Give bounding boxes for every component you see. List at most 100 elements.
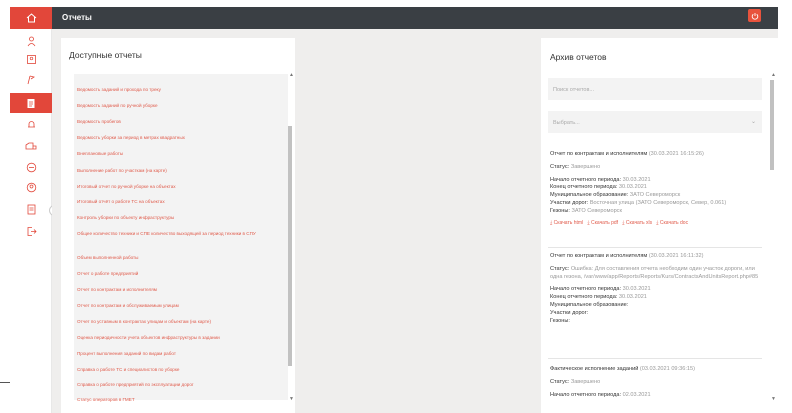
- report-title: Фактическое исполнение заданий: [550, 366, 639, 372]
- link-label: Скачать doc: [659, 219, 689, 226]
- report-item[interactable]: Справка о работе предприятий по эксплуат…: [77, 382, 194, 388]
- report-title: Отчет по контрактам и исполнителям: [550, 151, 648, 157]
- archive-report-3: Фактическое исполнение заданий (03.03.20…: [550, 366, 762, 399]
- report-title: Отчет по контрактам и исполнителям: [550, 253, 648, 259]
- archive-report-1: Отчет по контрактам и исполнителям (30.0…: [550, 151, 762, 227]
- status-value: Ошибка: Для составления отчета необходим…: [550, 265, 759, 280]
- search-input[interactable]: Поиск отчетов...: [548, 78, 762, 100]
- archive-scrollbar[interactable]: [769, 74, 775, 400]
- field-label: Начало отчетного периода:: [550, 286, 622, 293]
- field-label: Конец отчетного периода:: [550, 294, 618, 301]
- report-item[interactable]: Общее количество техники и СПЕ количеств…: [77, 231, 282, 237]
- report-item[interactable]: Отчет о работе предприятий: [77, 271, 138, 277]
- report-item[interactable]: Объем выполненной работы: [77, 255, 138, 261]
- users-group-icon: [27, 36, 35, 46]
- scroll-up-icon[interactable]: ▲: [771, 72, 776, 78]
- link-label: Скачать html: [553, 219, 584, 226]
- sidebar-item-exit[interactable]: [10, 222, 52, 240]
- report-item[interactable]: Контроль уборки по объекту инфраструктур…: [77, 215, 174, 221]
- report-item[interactable]: Отчет по уставным в контрактах улицам и …: [77, 319, 211, 325]
- sidebar-item-profile[interactable]: [10, 178, 52, 196]
- reports-archive-title: Архив отчетов: [550, 52, 607, 62]
- status-label: Статус:: [550, 378, 570, 385]
- report-item[interactable]: Отчет по контрактам и исполнителям: [77, 287, 157, 293]
- available-reports-title: Доступные отчеты: [69, 50, 142, 60]
- field-label: Участки дорог:: [550, 199, 589, 206]
- link-label: Скачать pdf: [590, 219, 619, 226]
- field-value: Восточная улица (ЗАТО Североморск, Север…: [589, 199, 727, 206]
- report-item[interactable]: Итоговый отчёт о работе ТС на объектах: [77, 199, 165, 205]
- report-item[interactable]: Итоговый отчет по ручной уборке на объек…: [77, 184, 176, 190]
- report-item[interactable]: Оценка периодичности учета объектов инфр…: [77, 335, 220, 341]
- download-xls-link[interactable]: ⤓ Скачать xls: [622, 220, 652, 226]
- field-value: 30.03.2021: [622, 176, 651, 183]
- logout-arrow-icon: [27, 226, 37, 236]
- vehicle-icon: [25, 142, 36, 149]
- report-date: (30.03.2021 16:11:32): [648, 253, 704, 259]
- field-value: 30.03.2021: [622, 286, 651, 293]
- field-value: 30.03.2021: [618, 294, 647, 301]
- sidebar-item-stops[interactable]: [10, 158, 52, 176]
- page-title: Отчеты: [62, 13, 92, 22]
- sidebar-item-notifications[interactable]: [10, 115, 52, 133]
- sidebar-item-personnel[interactable]: [10, 50, 52, 68]
- field-label: Участки дорог:: [550, 309, 589, 316]
- outer-margin-left: [0, 0, 10, 413]
- field-value: 30.03.2021: [618, 184, 647, 191]
- field-label: Гезоны:: [550, 207, 570, 214]
- power-button[interactable]: [748, 9, 761, 22]
- report-date: (30.03.2021 16:15:26): [648, 151, 704, 157]
- report-item[interactable]: Отчет по контрактам и обслуживаемым улиц…: [77, 303, 179, 309]
- field-value: 02.03.2021: [622, 391, 651, 398]
- download-doc-link[interactable]: ⤓ Скачать doc: [656, 220, 688, 226]
- route-flag-icon: [27, 75, 35, 84]
- field-label: Гезоны:: [550, 317, 570, 324]
- field-value: ЗАТО Североморск: [629, 192, 681, 199]
- field-label: Муниципальное образование:: [550, 192, 629, 199]
- status-label: Статус:: [550, 265, 570, 272]
- scroll-up-icon[interactable]: ▲: [289, 72, 294, 78]
- archive-report-2: Отчет по контрактам и исполнителям (30.0…: [550, 253, 762, 325]
- settings-document-icon: [27, 204, 35, 214]
- link-label: Скачать xls: [625, 219, 653, 226]
- report-item[interactable]: Внеплановые работы: [77, 151, 123, 157]
- report-item[interactable]: Процент выполнения заданий по видам рабо…: [77, 351, 176, 357]
- report-item[interactable]: Ведомость уборки за период в метрах квад…: [77, 135, 185, 141]
- report-item[interactable]: Выполнение работ по участкам (на карте): [77, 168, 167, 174]
- report-item[interactable]: Ведомость пробегов: [77, 119, 121, 125]
- chevron-down-icon: ⌄: [750, 119, 756, 125]
- report-type-select[interactable]: Выбрать... ⌄: [548, 111, 762, 133]
- report-divider: [548, 247, 762, 248]
- sidebar-item-reports[interactable]: [10, 93, 52, 113]
- field-label: Конец отчетного периода:: [550, 184, 618, 191]
- sidebar-item-routes[interactable]: [10, 70, 52, 88]
- scroll-down-icon[interactable]: ▼: [289, 396, 294, 402]
- scrollbar-thumb[interactable]: [770, 80, 774, 170]
- status-value: Завершено: [570, 163, 601, 170]
- left-list-scrollbar[interactable]: [287, 74, 293, 400]
- power-icon: [751, 12, 758, 20]
- top-bar: [10, 7, 778, 29]
- app-root: Отчеты › Доступные отчеты Ведомость зада…: [0, 0, 792, 413]
- report-item[interactable]: Ведомость заданий и прохода по треку: [77, 87, 161, 93]
- report-item[interactable]: Справка о работе ТС и специалистов по уб…: [77, 367, 179, 373]
- sidebar-item-vehicles[interactable]: [10, 137, 52, 155]
- field-label: Муниципальное образование:: [550, 301, 629, 308]
- outer-margin-right: [778, 0, 792, 413]
- home-button[interactable]: [10, 7, 52, 29]
- status-label: Статус:: [550, 163, 570, 170]
- sidebar-item-settings[interactable]: [10, 200, 52, 218]
- report-date: (03.03.2021 09:36:15): [639, 366, 695, 372]
- reports-document-icon: [27, 98, 35, 108]
- sidebar-item-users[interactable]: [10, 32, 52, 50]
- report-item[interactable]: Статус операторов в ГМЕТ: [77, 397, 135, 403]
- report-item[interactable]: Ведомость заданий по ручной уборке: [77, 103, 158, 109]
- field-label: Начало отчетного периода:: [550, 391, 622, 398]
- bell-icon: [27, 120, 35, 127]
- report-divider: [548, 358, 762, 359]
- download-pdf-link[interactable]: ⤓ Скачать pdf: [587, 220, 618, 226]
- field-label: Начало отчетного периода:: [550, 176, 622, 183]
- scroll-down-icon[interactable]: ▼: [771, 396, 776, 402]
- download-html-link[interactable]: ⤓ Скачать html: [550, 220, 583, 226]
- scrollbar-thumb[interactable]: [288, 126, 292, 366]
